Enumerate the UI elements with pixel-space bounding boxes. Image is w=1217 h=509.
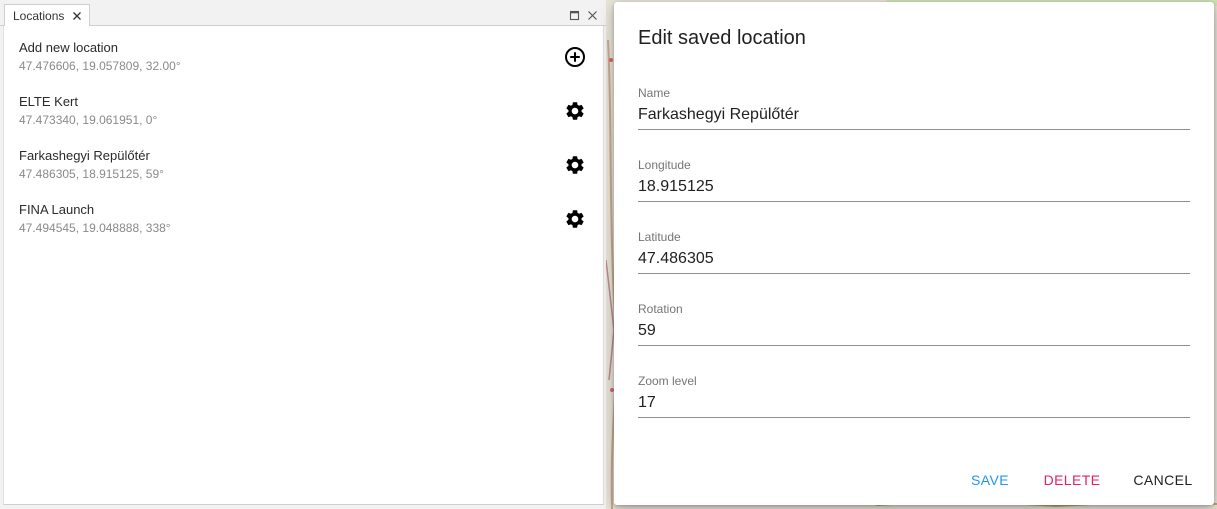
gear-icon[interactable]	[563, 99, 587, 123]
latitude-field[interactable]: Latitude	[638, 230, 1190, 274]
tab-strip: Locations	[0, 0, 606, 27]
gear-icon[interactable]	[563, 207, 587, 231]
tab-locations[interactable]: Locations	[4, 4, 90, 27]
name-field[interactable]: Name	[638, 86, 1190, 130]
location-coords: 47.486305, 18.915125, 59°	[19, 167, 164, 181]
name-label: Name	[638, 86, 671, 100]
location-coords: 47.494545, 19.048888, 338°	[19, 221, 171, 235]
save-button[interactable]: SAVE	[966, 468, 1014, 492]
rotation-input[interactable]	[638, 320, 1190, 342]
list-item[interactable]: FINA Launch 47.494545, 19.048888, 338°	[4, 188, 605, 242]
longitude-field[interactable]: Longitude	[638, 158, 1190, 202]
edit-location-dialog: Edit saved location Name Longitude Latit…	[614, 2, 1214, 505]
location-coords: 47.476606, 19.057809, 32.00°	[19, 59, 181, 73]
add-circle-icon[interactable]	[563, 45, 587, 69]
locations-panel: Locations Add new location 47.476606, 19…	[0, 0, 606, 509]
location-name: FINA Launch	[19, 202, 95, 217]
latitude-input[interactable]	[638, 248, 1190, 270]
zoom-level-input[interactable]	[638, 392, 1190, 414]
latitude-label: Latitude	[638, 230, 681, 244]
close-panel-icon[interactable]	[587, 8, 598, 20]
delete-button[interactable]: DELETE	[1042, 468, 1102, 492]
location-coords: 47.473340, 19.061951, 0°	[19, 113, 158, 127]
list-item[interactable]: ELTE Kert 47.473340, 19.061951, 0°	[4, 80, 605, 134]
longitude-input[interactable]	[638, 176, 1190, 198]
zoom-level-field[interactable]: Zoom level	[638, 374, 1190, 418]
rotation-field[interactable]: Rotation	[638, 302, 1190, 346]
zoom-level-label: Zoom level	[638, 374, 697, 388]
longitude-label: Longitude	[638, 158, 691, 172]
name-input[interactable]	[638, 104, 1190, 126]
dialog-title: Edit saved location	[638, 27, 806, 49]
cancel-button[interactable]: CANCEL	[1130, 468, 1196, 492]
locations-list: Add new location 47.476606, 19.057809, 3…	[3, 26, 604, 505]
maximize-icon[interactable]	[569, 8, 580, 21]
rotation-label: Rotation	[638, 302, 683, 316]
tab-locations-label: Locations	[13, 9, 65, 23]
list-item-add-new-location[interactable]: Add new location 47.476606, 19.057809, 3…	[4, 26, 605, 80]
gear-icon[interactable]	[563, 153, 587, 177]
close-icon[interactable]	[71, 10, 83, 22]
location-name: Add new location	[19, 40, 119, 55]
location-name: ELTE Kert	[19, 94, 79, 109]
list-item[interactable]: Farkashegyi Repülőtér 47.486305, 18.9151…	[4, 134, 605, 188]
location-name: Farkashegyi Repülőtér	[19, 148, 150, 163]
